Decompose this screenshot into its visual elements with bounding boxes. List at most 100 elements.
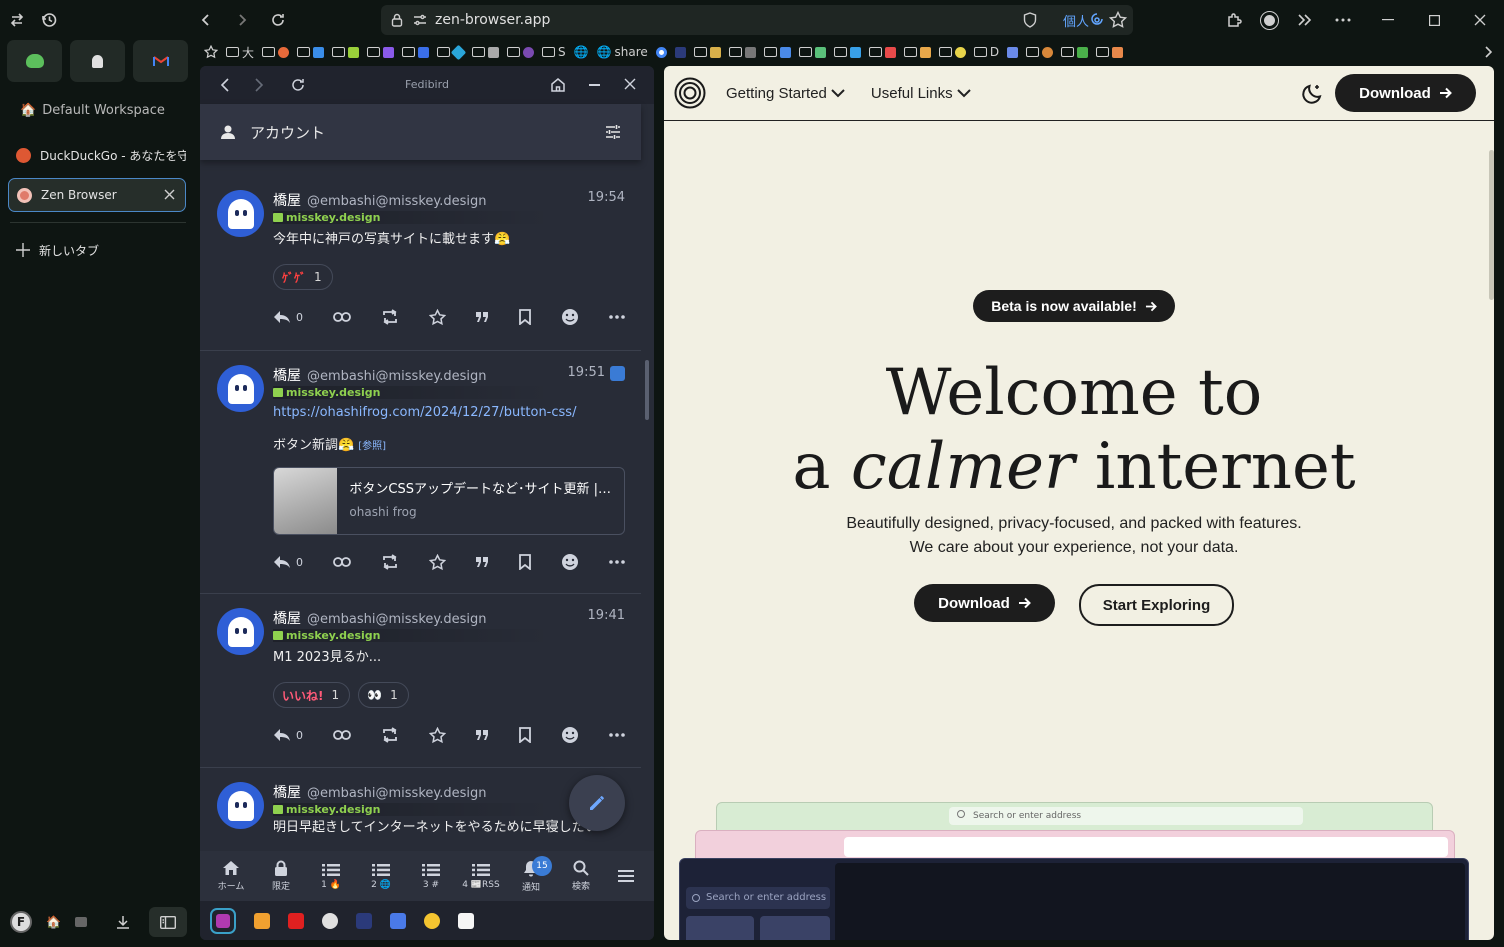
avatar[interactable]: [217, 190, 264, 237]
nav-menu[interactable]: [606, 870, 646, 882]
bookmark-globe[interactable]: 🌐: [574, 45, 589, 59]
bookmark-icon[interactable]: [519, 309, 532, 325]
account-handle[interactable]: @embashi@misskey.design: [307, 369, 487, 384]
nav-notifications[interactable]: 15 通知: [506, 855, 556, 893]
bookmark-folder[interactable]: [728, 46, 756, 58]
status-post[interactable]: 橋屋 @embashi@misskey.design 19:51 misskey…: [200, 351, 641, 594]
bookmark-folder[interactable]: S: [542, 45, 566, 59]
post-time[interactable]: 19:54: [588, 190, 625, 205]
nav-download-button[interactable]: Download: [1335, 74, 1476, 112]
avatar[interactable]: [217, 365, 264, 412]
essential-frog[interactable]: [7, 40, 62, 82]
new-tab-button[interactable]: 新しいタブ: [8, 233, 186, 267]
link-icon[interactable]: [332, 730, 351, 740]
essential-gmail[interactable]: [133, 40, 188, 82]
nav-search[interactable]: 検索: [556, 860, 606, 892]
reply-button[interactable]: 0: [273, 310, 303, 324]
link-icon[interactable]: [332, 557, 351, 567]
workspace-icon[interactable]: [74, 917, 87, 927]
bookmark-folder[interactable]: [402, 46, 430, 58]
bookmark-folder[interactable]: [763, 46, 791, 58]
theme-toggle-icon[interactable]: [1300, 82, 1324, 106]
essential-ghost[interactable]: [70, 40, 125, 82]
bookmark-icon[interactable]: [519, 554, 532, 570]
bookmark-folder[interactable]: [868, 46, 896, 58]
account-column-header[interactable]: アカウント: [200, 104, 641, 160]
nav-home[interactable]: ホーム: [206, 860, 256, 892]
bookmark-folder[interactable]: [1061, 46, 1089, 58]
house-icon[interactable]: 🏠: [46, 915, 61, 929]
bookmark-folder[interactable]: [367, 46, 395, 58]
timeline-scrollbar[interactable]: [645, 360, 649, 420]
bookmark-folder[interactable]: [437, 44, 467, 60]
reaction-button[interactable]: 👀 1: [358, 682, 409, 708]
account-handle[interactable]: @embashi@misskey.design: [307, 194, 487, 209]
bookmark-folder[interactable]: 大: [226, 44, 254, 61]
bookmark-folder[interactable]: [332, 46, 360, 58]
back-icon[interactable]: [220, 78, 230, 92]
reload-icon[interactable]: [264, 6, 292, 34]
bookmark-share[interactable]: 🌐 share: [597, 45, 648, 59]
display-name[interactable]: 橋屋: [273, 365, 301, 385]
star-bookmark-icon[interactable]: [1109, 11, 1127, 29]
favourite-icon[interactable]: [428, 726, 446, 744]
boost-icon[interactable]: [381, 727, 399, 743]
container-label[interactable]: 個人: [1063, 11, 1089, 30]
bookmark-star-icon[interactable]: [204, 45, 218, 59]
bookmark-item[interactable]: [1007, 46, 1019, 58]
bookmark-google[interactable]: [655, 46, 667, 58]
workspace-title[interactable]: 🏠 Default Workspace: [20, 103, 165, 118]
useful-links-menu[interactable]: Useful Links: [871, 85, 971, 102]
wikipedia-icon[interactable]: [458, 912, 474, 929]
emoji-reaction-icon[interactable]: [561, 553, 579, 571]
emoji-reaction-icon[interactable]: [561, 726, 579, 744]
tab-duckduckgo[interactable]: DuckDuckGo - あなたを守る: [8, 138, 186, 172]
nav-list-rss[interactable]: 4 📰RSS: [456, 863, 506, 890]
address-bar[interactable]: zen-browser.app 個人: [381, 5, 1133, 35]
openai-icon[interactable]: [322, 912, 338, 929]
terminal-app-icon[interactable]: [356, 912, 372, 929]
bookmark-folder[interactable]: [507, 46, 535, 58]
nav-limited[interactable]: 限定: [256, 860, 306, 892]
quote-icon[interactable]: [475, 729, 489, 741]
youtube-icon[interactable]: [288, 912, 304, 929]
download-icon[interactable]: [115, 914, 131, 930]
bookmark-folder[interactable]: D: [973, 45, 999, 59]
link-icon[interactable]: [332, 312, 351, 322]
chart-app-icon[interactable]: [254, 912, 270, 929]
bookmark-folder[interactable]: [938, 46, 966, 58]
bookmark-folder[interactable]: [1026, 46, 1054, 58]
account-handle[interactable]: @embashi@misskey.design: [307, 612, 487, 627]
swap-icon[interactable]: [3, 6, 31, 34]
status-post[interactable]: 橋屋 @embashi@misskey.design 19:41 misskey…: [200, 594, 641, 768]
reference-link[interactable]: [参照]: [358, 441, 386, 452]
site-settings-icon[interactable]: [413, 14, 427, 26]
more-icon[interactable]: [609, 733, 625, 737]
extensions-icon[interactable]: [1220, 6, 1248, 34]
maximize-icon[interactable]: [1420, 6, 1448, 34]
avatar[interactable]: [217, 782, 264, 829]
bookmark-folder[interactable]: [833, 46, 861, 58]
compose-button[interactable]: [569, 775, 625, 831]
more-icon[interactable]: [609, 560, 625, 564]
reaction-button[interactable]: ｹﾞｹﾞ 1: [273, 264, 333, 290]
avatar[interactable]: [217, 608, 264, 655]
post-time[interactable]: 19:41: [588, 608, 625, 623]
favourite-icon[interactable]: [428, 308, 446, 326]
sidebar-toggle-icon[interactable]: [148, 907, 187, 937]
favourite-icon[interactable]: [428, 553, 446, 571]
nav-list-1[interactable]: 1 🔥: [306, 863, 356, 890]
getting-started-menu[interactable]: Getting Started: [726, 85, 845, 102]
reply-button[interactable]: 0: [273, 728, 303, 742]
menu-dots-icon[interactable]: [1329, 6, 1357, 34]
hero-download-button[interactable]: Download: [914, 584, 1055, 622]
misskey-app-icon[interactable]: [210, 907, 236, 934]
quote-icon[interactable]: [475, 311, 489, 323]
chrome-app-icon[interactable]: [424, 912, 440, 929]
display-name[interactable]: 橋屋: [273, 782, 301, 802]
nav-list-3[interactable]: 3 #: [406, 863, 456, 890]
bookmark-folder[interactable]: [693, 46, 721, 58]
start-exploring-button[interactable]: Start Exploring: [1079, 584, 1234, 626]
tab-zen-browser[interactable]: Zen Browser: [8, 178, 186, 212]
bookmark-icon[interactable]: [519, 727, 532, 743]
